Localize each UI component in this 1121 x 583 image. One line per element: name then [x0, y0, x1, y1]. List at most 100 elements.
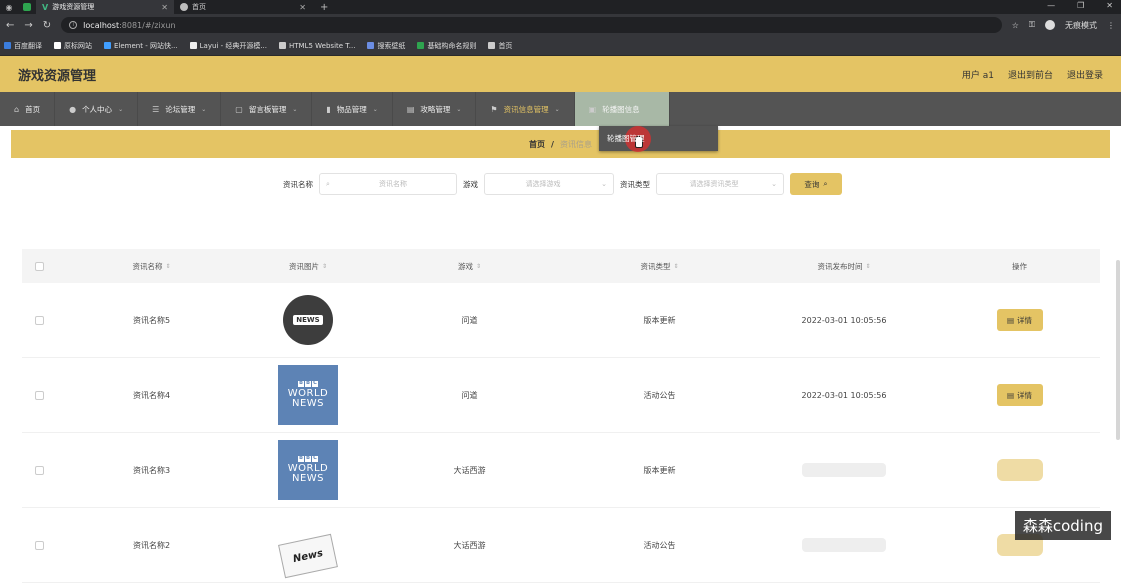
news-type-label: 资讯类型 — [620, 179, 650, 190]
nav-item-home[interactable]: ⌂首页 — [0, 92, 55, 126]
message-icon: ▢ — [235, 105, 243, 114]
pinned-tab-icon[interactable] — [18, 0, 36, 14]
sort-icon[interactable]: ⇕ — [673, 263, 678, 270]
address-bar-row: ← → ↻ i localhost:8081/#/zixun ☆ ⚿ 无痕模式 … — [0, 14, 1121, 36]
logout-link[interactable]: 退出登录 — [1067, 68, 1103, 81]
sort-icon[interactable]: ⇕ — [865, 263, 870, 270]
breadcrumb-home[interactable]: 首页 — [529, 139, 545, 150]
cell-type: 版本更新 — [570, 283, 749, 357]
bookmark-item[interactable]: Layui - 经典开源模... — [190, 41, 267, 51]
search-icon: ⌕ — [823, 179, 827, 189]
star-icon[interactable]: ☆ — [1012, 21, 1019, 30]
bookmark-item[interactable]: 基础构命名规则 — [417, 41, 476, 51]
sort-icon[interactable]: ⇕ — [476, 263, 481, 270]
new-tab-icon[interactable]: + — [312, 0, 336, 14]
sort-icon[interactable]: ⇕ — [165, 263, 170, 270]
row-checkbox[interactable] — [35, 391, 44, 400]
detail-button[interactable]: ▤详情 — [997, 309, 1043, 331]
bookmark-label: 首页 — [498, 41, 512, 51]
nav-label: 留言板管理 — [249, 104, 287, 115]
bookmark-item[interactable]: 百度翻译 — [4, 41, 42, 51]
browser-tab[interactable]: 首页 ✕ — [174, 0, 312, 14]
main-nav: ⌂首页 ●个人中心⌄ ☰论坛管理⌄ ▢留言板管理⌄ ▮物品管理⌄ ▤攻略管理⌄ … — [0, 92, 1121, 126]
doc-icon: ▤ — [1007, 391, 1014, 400]
cell-image: NEWS — [247, 283, 369, 357]
news-name-input[interactable]: ⌕ 资讯名称 — [319, 173, 457, 195]
vue-favicon-icon: V — [42, 3, 48, 12]
row-checkbox[interactable] — [35, 541, 44, 550]
row-checkbox[interactable] — [35, 466, 44, 475]
tab-close-icon[interactable]: ✕ — [161, 3, 168, 12]
minimize-icon[interactable]: — — [1047, 1, 1055, 10]
window-controls: — ❐ ✕ — [1047, 1, 1113, 10]
cell-name: 资讯名称2 — [56, 508, 247, 582]
back-to-front-link[interactable]: 退出到前台 — [1008, 68, 1053, 81]
menu-icon[interactable]: ⋮ — [1107, 21, 1115, 30]
header-image[interactable]: 资讯图片⇕ — [247, 249, 369, 283]
news-type-select[interactable]: 请选择资讯类型 ⌄ — [656, 173, 784, 195]
cell-name: 资讯名称3 — [56, 433, 247, 507]
browser-tab-active[interactable]: V 游戏资源管理 ✕ — [36, 0, 174, 14]
cell-time-loading — [749, 433, 939, 507]
header-time[interactable]: 资讯发布时间⇕ — [749, 249, 939, 283]
bookmark-icon — [417, 42, 424, 49]
detail-button[interactable]: ▤详情 — [997, 384, 1043, 406]
nav-item-messages[interactable]: ▢留言板管理⌄ — [221, 92, 312, 126]
header-game[interactable]: 游戏⇕ — [369, 249, 570, 283]
bookmark-icon — [4, 42, 11, 49]
bookmark-item[interactable]: 搜索壁纸 — [367, 41, 405, 51]
back-icon[interactable]: ← — [6, 20, 14, 31]
forward-icon[interactable]: → — [24, 20, 32, 31]
info-icon[interactable]: i — [69, 21, 77, 29]
sort-icon[interactable]: ⇕ — [322, 263, 327, 270]
reload-icon[interactable]: ↻ — [43, 20, 51, 31]
bookmark-icon — [190, 42, 197, 49]
url-input[interactable]: i localhost:8081/#/zixun — [61, 17, 1002, 33]
game-select[interactable]: 请选择游戏 ⌄ — [484, 173, 614, 195]
app-title: 游戏资源管理 — [18, 65, 96, 84]
nav-label: 论坛管理 — [165, 104, 195, 115]
nav-item-profile[interactable]: ●个人中心⌄ — [55, 92, 138, 126]
header-op: 操作 — [939, 249, 1100, 283]
row-checkbox-cell — [22, 508, 56, 582]
breadcrumb-current: 资讯信息 — [560, 139, 592, 150]
bookmark-item[interactable]: 原标网站 — [54, 41, 92, 51]
chevron-down-icon: ⌄ — [601, 180, 607, 188]
tab-search-icon[interactable]: ◉ — [0, 0, 18, 14]
url-path: /#/zixun — [142, 21, 175, 30]
header-type[interactable]: 资讯类型⇕ — [570, 249, 749, 283]
bookmark-item[interactable]: Element - 网站快... — [104, 41, 178, 51]
incognito-avatar[interactable] — [1045, 20, 1055, 30]
select-all-checkbox[interactable] — [35, 262, 44, 271]
query-button[interactable]: 查询 ⌕ — [790, 173, 842, 195]
time-placeholder — [802, 463, 886, 477]
tab-close-icon[interactable]: ✕ — [299, 3, 306, 12]
cell-name: 资讯名称4 — [56, 358, 247, 432]
nav-item-forum[interactable]: ☰论坛管理⌄ — [138, 92, 221, 126]
nav-item-carousel[interactable]: ▣轮播图信息 — [575, 92, 670, 126]
incognito-label[interactable]: 无痕模式 — [1065, 20, 1097, 31]
nav-item-news[interactable]: ⚑资讯信息管理⌄ — [476, 92, 574, 126]
cell-time-loading — [749, 508, 939, 582]
url-host: localhost — [83, 21, 119, 30]
header-name[interactable]: 资讯名称⇕ — [56, 249, 247, 283]
user-icon: ● — [69, 105, 76, 114]
bookmark-item[interactable]: 首页 — [488, 41, 512, 51]
header-checkbox-cell — [22, 249, 56, 283]
restore-icon[interactable]: ❐ — [1077, 1, 1084, 10]
row-checkbox[interactable] — [35, 316, 44, 325]
nav-item-items[interactable]: ▮物品管理⌄ — [312, 92, 392, 126]
search-bar: 资讯名称 ⌕ 资讯名称 游戏 请选择游戏 ⌄ 资讯类型 请选择资讯类型 ⌄ 查询… — [0, 158, 1121, 210]
user-name: 用户 a1 — [962, 68, 994, 81]
bookmark-item[interactable]: HTML5 Website T... — [279, 42, 355, 50]
page-scrollbar[interactable] — [1116, 260, 1120, 440]
row-checkbox-cell — [22, 358, 56, 432]
chevron-down-icon: ⌄ — [373, 106, 378, 113]
news-name-placeholder: 资讯名称 — [336, 179, 450, 189]
dropdown-item-carousel-manage[interactable]: 轮播图管理 — [607, 133, 645, 144]
detail-button-loading[interactable] — [997, 459, 1043, 481]
key-icon[interactable]: ⚿ — [1029, 20, 1035, 30]
cell-game: 问道 — [369, 358, 570, 432]
close-window-icon[interactable]: ✕ — [1106, 1, 1113, 10]
nav-item-guides[interactable]: ▤攻略管理⌄ — [393, 92, 477, 126]
